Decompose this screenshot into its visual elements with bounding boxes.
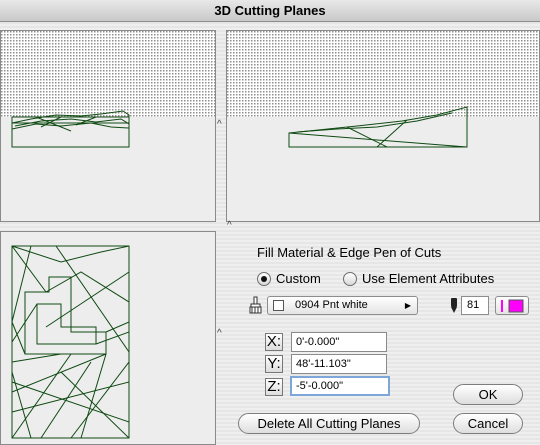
fill-section-heading: Fill Material & Edge Pen of Cuts (257, 245, 442, 260)
pen-number-field[interactable]: 81 (461, 296, 489, 315)
cut-region-hatch (1, 31, 215, 117)
cancel-button[interactable]: Cancel (453, 413, 523, 434)
splitter-handle-icon[interactable]: ^ (217, 329, 222, 339)
x-coordinate-field[interactable]: 0'-0.000" (291, 332, 387, 352)
radio-custom-indicator[interactable] (257, 271, 271, 286)
splitter-handle-icon[interactable]: ^ (217, 120, 222, 130)
z-coordinate-field[interactable]: -5'-0.000" (290, 376, 390, 396)
window-title: 3D Cutting Planes (0, 0, 540, 22)
pen-color-picker[interactable] (495, 296, 529, 315)
material-swatch (273, 300, 284, 311)
y-coordinate-label: Y: (265, 355, 283, 373)
cutting-planes-dialog: 3D Cutting Planes ^ ^ ^ Fill Material & … (0, 0, 540, 445)
pen-icon (451, 298, 457, 313)
material-value: 0904 Pnt white (295, 299, 368, 311)
radio-custom[interactable]: Custom (257, 271, 321, 286)
fill-material-popup[interactable]: 0904 Pnt white ▶ (267, 296, 418, 315)
view-front-elevation[interactable] (0, 30, 216, 222)
z-coordinate-label: Z: (265, 378, 283, 396)
view-side-elevation[interactable] (226, 30, 540, 222)
radio-element-label[interactable]: Use Element Attributes (362, 271, 494, 286)
plan-wireframe (11, 245, 130, 439)
fill-brush-icon (249, 296, 262, 314)
radio-element-indicator[interactable] (343, 271, 357, 286)
pen-color-swatch-icon (501, 299, 524, 313)
splitter-handle-icon[interactable]: ^ (227, 221, 232, 231)
view-plan[interactable] (0, 231, 216, 445)
popup-arrow-icon: ▶ (404, 301, 411, 310)
radio-custom-label[interactable]: Custom (276, 271, 321, 286)
ok-button[interactable]: OK (453, 384, 523, 405)
cut-region-hatch (227, 31, 539, 117)
y-coordinate-field[interactable]: 48'-11.103" (291, 354, 387, 374)
x-coordinate-label: X: (265, 333, 283, 351)
radio-use-element-attributes[interactable]: Use Element Attributes (343, 271, 494, 286)
delete-all-cutting-planes-button[interactable]: Delete All Cutting Planes (238, 413, 420, 434)
